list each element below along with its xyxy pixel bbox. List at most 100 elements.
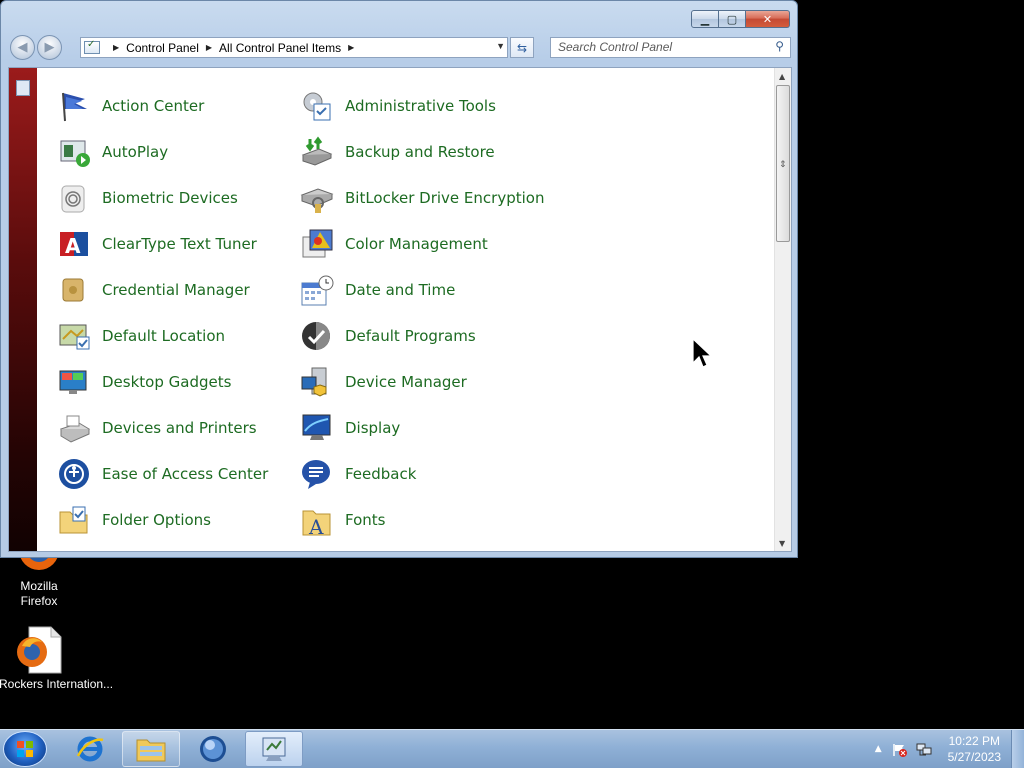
- address-dropdown-icon[interactable]: ▼: [496, 41, 505, 51]
- cp-item-default-location[interactable]: Default Location: [57, 316, 297, 356]
- cp-item-label: Device Manager: [345, 373, 467, 391]
- credential-vault-icon: [57, 273, 91, 307]
- address-bar[interactable]: ▶ Control Panel ▶ All Control Panel Item…: [80, 37, 508, 58]
- cleartype-icon: A: [57, 227, 91, 261]
- taskbar-media-player[interactable]: [184, 731, 242, 767]
- cp-item-label: Default Location: [102, 327, 226, 345]
- desktop-icon-rockers[interactable]: Rockers Internation...: [0, 626, 114, 692]
- cp-item-desktop-gadgets[interactable]: Desktop Gadgets: [57, 362, 297, 402]
- cp-item-label: Display: [345, 419, 401, 437]
- cp-item-biometric-devices[interactable]: Biometric Devices: [57, 178, 297, 218]
- cp-item-bitlocker[interactable]: BitLocker Drive Encryption: [300, 178, 544, 218]
- cp-item-label: Ease of Access Center: [102, 465, 269, 483]
- scroll-up-icon[interactable]: ▲: [779, 72, 785, 81]
- search-placeholder: Search Control Panel: [558, 40, 673, 54]
- cp-item-folder-options[interactable]: Folder Options: [57, 500, 297, 540]
- cp-item-credential-manager[interactable]: Credential Manager: [57, 270, 297, 310]
- cp-item-label: BitLocker Drive Encryption: [345, 189, 545, 207]
- desktop-icon-label: Rockers Internation...: [0, 677, 114, 691]
- cp-item-cleartype[interactable]: A ClearType Text Tuner: [57, 224, 297, 264]
- cp-item-label: Action Center: [102, 97, 205, 115]
- breadcrumb-separator[interactable]: ▶: [206, 43, 212, 52]
- svg-text:A: A: [65, 234, 81, 258]
- autoplay-icon: [57, 135, 91, 169]
- mouse-pointer-icon: [692, 337, 713, 370]
- fingerprint-icon: [57, 181, 91, 215]
- control-panel-icon: [84, 39, 100, 54]
- admin-tools-icon: [300, 89, 334, 123]
- cp-item-date-time[interactable]: Date and Time: [300, 270, 540, 310]
- control-panel-small-icon: [16, 80, 30, 96]
- minimize-button[interactable]: ▁: [691, 10, 719, 28]
- network-icon[interactable]: [916, 742, 932, 756]
- cp-item-ease-of-access[interactable]: Ease of Access Center: [57, 454, 297, 494]
- breadcrumb-separator[interactable]: ▶: [348, 43, 354, 52]
- cp-item-label: AutoPlay: [102, 143, 169, 161]
- cp-item-autoplay[interactable]: AutoPlay: [57, 132, 297, 172]
- cp-item-label: Credential Manager: [102, 281, 250, 299]
- action-center-flag-icon[interactable]: [892, 742, 908, 757]
- show-hidden-icons-icon[interactable]: ▲: [875, 744, 882, 754]
- cp-item-label: Administrative Tools: [345, 97, 496, 115]
- gadgets-icon: [57, 365, 91, 399]
- refresh-icon: ⇆: [516, 40, 528, 55]
- ease-of-access-icon: [57, 457, 91, 491]
- default-programs-icon: [300, 319, 334, 353]
- cp-item-label: ClearType Text Tuner: [102, 235, 257, 253]
- breadcrumb-separator[interactable]: ▶: [113, 43, 119, 52]
- search-icon[interactable]: ⚲: [775, 39, 784, 53]
- cp-item-feedback[interactable]: Feedback: [300, 454, 540, 494]
- maximize-button[interactable]: ▢: [719, 10, 746, 28]
- taskbar-control-panel[interactable]: [245, 731, 303, 767]
- clock-time: 10:22 PM: [948, 734, 1000, 748]
- cp-item-default-programs[interactable]: Default Programs: [300, 316, 540, 356]
- cp-item-label: Default Programs: [345, 327, 476, 345]
- navigation-buttons: ◀ ▶: [10, 35, 64, 60]
- backup-icon: [300, 135, 334, 169]
- printer-icon: [57, 411, 91, 445]
- vertical-scrollbar[interactable]: ▲ ⇕ ▼: [774, 68, 791, 551]
- cp-item-action-center[interactable]: Action Center: [57, 86, 297, 126]
- taskbar: ▲ 10:22 PM 5/27/2023: [0, 729, 1024, 768]
- color-management-icon: [300, 227, 334, 261]
- device-manager-icon: [300, 365, 334, 399]
- cp-item-backup-restore[interactable]: Backup and Restore: [300, 132, 540, 172]
- cp-item-label: Backup and Restore: [345, 143, 495, 161]
- scroll-down-icon[interactable]: ▼: [779, 539, 785, 548]
- calendar-clock-icon: [300, 273, 334, 307]
- show-desktop-button[interactable]: [1011, 730, 1024, 768]
- windows-explorer-icon: [136, 739, 166, 762]
- clock-date: 5/27/2023: [947, 750, 1001, 764]
- forward-arrow-icon: ▶: [44, 40, 55, 55]
- taskbar-windows-explorer[interactable]: [122, 731, 180, 767]
- close-button[interactable]: ✕: [746, 10, 790, 28]
- cp-item-fonts[interactable]: A Fonts: [300, 500, 540, 540]
- cp-item-label: Folder Options: [102, 511, 211, 529]
- cp-item-device-manager[interactable]: Device Manager: [300, 362, 540, 402]
- cp-item-label: Biometric Devices: [102, 189, 238, 207]
- breadcrumb-control-panel[interactable]: Control Panel: [126, 41, 199, 55]
- start-button[interactable]: [3, 731, 47, 767]
- cp-item-administrative-tools[interactable]: Administrative Tools: [300, 86, 540, 126]
- internet-explorer-icon: [76, 736, 104, 762]
- taskbar-internet-explorer[interactable]: [61, 731, 119, 767]
- display-icon: [300, 411, 334, 445]
- cp-item-label: Color Management: [345, 235, 488, 253]
- breadcrumb-all-items[interactable]: All Control Panel Items: [219, 41, 341, 55]
- cp-item-display[interactable]: Display: [300, 408, 540, 448]
- cp-item-color-management[interactable]: Color Management: [300, 224, 540, 264]
- forward-button[interactable]: ▶: [37, 35, 62, 60]
- close-icon: ✕: [762, 12, 773, 26]
- search-input[interactable]: Search Control Panel ⚲: [550, 37, 791, 58]
- bitlocker-icon: [300, 181, 334, 215]
- refresh-button[interactable]: ⇆: [510, 37, 534, 58]
- windows-logo-icon: [17, 741, 33, 757]
- back-button[interactable]: ◀: [10, 35, 35, 60]
- firefox-document-icon: [15, 626, 63, 674]
- svg-text:A: A: [308, 515, 324, 537]
- flag-icon: [57, 89, 91, 123]
- cp-item-devices-printers[interactable]: Devices and Printers: [57, 408, 297, 448]
- scroll-grip-icon: ⇕: [779, 160, 787, 170]
- system-clock[interactable]: 10:22 PM 5/27/2023: [948, 733, 1001, 765]
- cp-item-label: Desktop Gadgets: [102, 373, 232, 391]
